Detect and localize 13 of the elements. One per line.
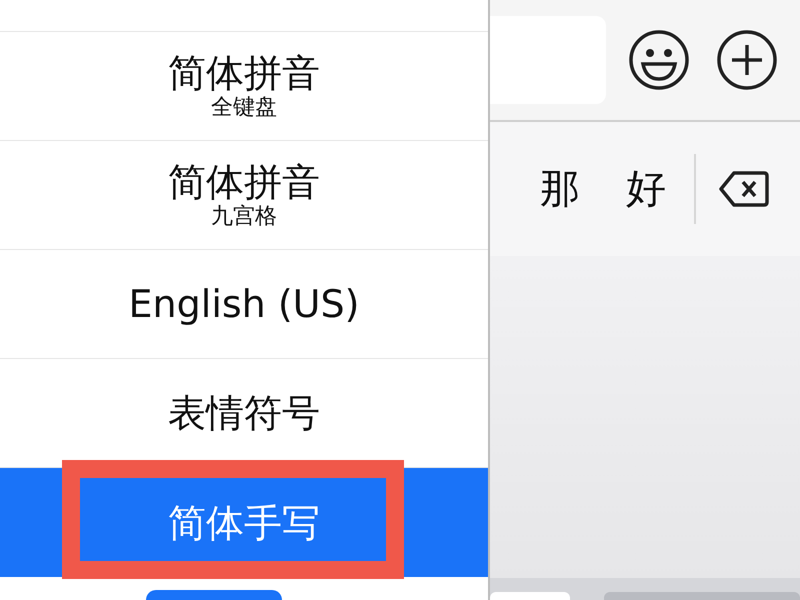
menu-item-subtitle: 全键盘 — [211, 95, 277, 121]
menu-item-title: 简体拼音 — [168, 160, 320, 204]
plus-icon[interactable] — [716, 29, 778, 91]
emoji-icon[interactable] — [628, 29, 690, 91]
candidate-character[interactable]: 好 — [626, 159, 666, 219]
candidate-character[interactable]: 那 — [540, 159, 580, 219]
menu-item-title: 简体手写 — [168, 500, 320, 544]
text-field[interactable] — [490, 16, 606, 104]
menu-item-title: 简体拼音 — [168, 51, 320, 95]
menu-item-title: 表情符号 — [168, 391, 320, 435]
delete-icon[interactable] — [718, 170, 770, 208]
menu-item-title: English (US) — [128, 282, 360, 326]
menu-item-subtitle: 九宫格 — [211, 204, 277, 230]
